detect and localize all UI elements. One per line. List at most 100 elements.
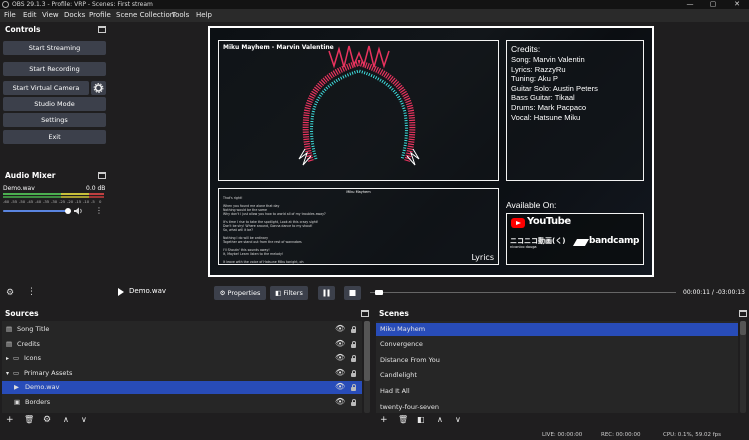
seek-handle[interactable] — [374, 290, 383, 295]
scene-label: Candlelight — [380, 371, 417, 379]
scenes-toolbar: + 🗑 ◧ ∧ ∨ — [379, 415, 479, 429]
stop-button[interactable] — [344, 286, 361, 300]
expand-arrow-icon[interactable]: ▾ — [6, 367, 9, 380]
source-properties-icon[interactable]: ⚙ — [43, 415, 51, 425]
start-virtual-camera-button[interactable]: Start Virtual Camera — [3, 81, 89, 95]
pause-button[interactable] — [318, 286, 335, 300]
media-seek-bar[interactable] — [370, 290, 676, 295]
menu-tools[interactable]: Tools — [172, 9, 189, 22]
source-row[interactable]: ▾ ▭ Primary Assets 👁 — [2, 367, 362, 380]
lock-icon[interactable] — [351, 355, 356, 362]
credit-line: Song: Marvin Valentin — [511, 55, 585, 64]
studio-mode-button[interactable]: Studio Mode — [3, 97, 106, 111]
audio-mixer-dock: Audio Mixer Demo.wav 0.0 dB -60 -55 -50 -45… — [0, 168, 110, 278]
lock-icon[interactable] — [351, 326, 356, 333]
properties-button[interactable]: ⚙ Properties — [214, 286, 266, 300]
maximize-button[interactable]: ▢ — [703, 0, 723, 9]
menu-profile[interactable]: Profile — [89, 9, 111, 22]
scenes-list: Miku Mayhem Convergence Distance From You C… — [376, 321, 738, 413]
lyrics-line: Why don't I just allow you how to world … — [223, 212, 326, 216]
sources-scroll-thumb[interactable] — [364, 321, 370, 381]
eye-icon[interactable]: 👁 — [335, 366, 345, 379]
start-streaming-button[interactable]: Start Streaming — [3, 41, 106, 55]
move-down-icon[interactable]: ∨ — [81, 415, 87, 424]
source-row[interactable]: ▣ Borders 👁 — [2, 396, 362, 409]
undock-icon[interactable] — [98, 26, 106, 33]
advanced-settings-icon[interactable]: ⚙ — [6, 288, 14, 298]
source-row[interactable]: ▤ Credits 👁 — [2, 338, 362, 351]
move-up-icon[interactable]: ∧ — [437, 415, 443, 424]
play-icon — [118, 288, 124, 296]
add-source-icon[interactable]: + — [6, 415, 14, 425]
visualizer-panel: Miku Mayhem - Marvin Valentine — [218, 40, 499, 181]
source-row[interactable]: ▸ ▭ Icons 👁 — [2, 352, 362, 365]
title-bar: OBS 29.1.3 - Profile: VRP - Scenes: Firs… — [0, 0, 749, 9]
move-down-icon[interactable]: ∨ — [455, 415, 461, 424]
lyrics-label: Lyrics — [471, 253, 494, 262]
media-time: 00:00:11 / -03:00:13 — [683, 289, 745, 296]
controls-title: Controls — [5, 25, 41, 34]
lock-icon[interactable] — [351, 384, 356, 391]
scene-filters-icon[interactable]: ◧ — [417, 415, 425, 424]
sources-scrollbar[interactable] — [364, 321, 370, 413]
meter-scale-tick: -15 — [75, 199, 82, 204]
menu-scene-collection[interactable]: Scene Collection — [116, 9, 174, 22]
close-button[interactable]: ✕ — [727, 0, 747, 9]
eye-icon[interactable]: 👁 — [335, 351, 345, 364]
lyrics-line: It leave with the voice of Hatsune Miku … — [223, 260, 304, 264]
scene-row[interactable]: Candlelight — [376, 369, 738, 382]
expand-arrow-icon[interactable]: ▸ — [6, 352, 9, 365]
window-title: OBS 29.1.3 - Profile: VRP - Scenes: Firs… — [12, 1, 153, 8]
mixer-level-readout: 0.0 dB — [86, 185, 106, 192]
speaker-icon[interactable] — [73, 207, 83, 215]
menu-view[interactable]: View — [42, 9, 59, 22]
lock-icon[interactable] — [351, 370, 356, 377]
source-row[interactable]: ▶ Demo.wav 👁 — [2, 381, 362, 394]
lock-icon[interactable] — [351, 341, 356, 348]
scene-row[interactable]: Convergence — [376, 338, 738, 351]
scenes-scrollbar[interactable] — [740, 321, 746, 413]
source-row[interactable]: ▤ Song Title 👁 — [2, 323, 362, 336]
eye-icon[interactable]: 👁 — [335, 337, 345, 350]
scene-row[interactable]: Had It All — [376, 385, 738, 398]
menu-help[interactable]: Help — [196, 9, 212, 22]
volume-slider-handle[interactable] — [64, 208, 71, 214]
source-label: Demo.wav — [25, 383, 60, 391]
volume-slider[interactable] — [3, 208, 71, 214]
add-scene-icon[interactable]: + — [380, 415, 388, 425]
mixer-menu-icon[interactable]: ⋮ — [95, 206, 103, 215]
credit-line: Guitar Solo: Austin Peters — [511, 83, 598, 93]
volume-slider-fill — [3, 210, 68, 212]
meter-scale-tick: -45 — [27, 199, 34, 204]
scene-row[interactable]: twenty-four-seven — [376, 401, 738, 414]
minimize-button[interactable]: — — [680, 0, 700, 9]
eye-icon[interactable]: 👁 — [335, 322, 345, 335]
move-up-icon[interactable]: ∧ — [63, 415, 69, 424]
undock-icon[interactable] — [361, 310, 369, 317]
meter-scale-tick: -30 — [51, 199, 58, 204]
more-options-icon[interactable]: ⋮ — [27, 287, 36, 297]
scene-row[interactable]: Miku Mayhem — [376, 323, 738, 336]
menu-bar: File Edit View Docks Profile Scene Colle… — [0, 9, 749, 22]
undock-icon[interactable] — [739, 310, 747, 317]
scenes-scroll-thumb[interactable] — [740, 321, 746, 335]
eye-icon[interactable]: 👁 — [335, 380, 345, 393]
start-recording-button[interactable]: Start Recording — [3, 62, 106, 76]
remove-source-icon[interactable]: 🗑 — [24, 415, 34, 424]
current-time: 00:00:11 — [683, 289, 710, 296]
eye-icon[interactable]: 👁 — [335, 395, 345, 408]
menu-file[interactable]: File — [4, 9, 16, 22]
settings-button[interactable]: Settings — [3, 113, 106, 127]
scene-row[interactable]: Distance From You — [376, 354, 738, 367]
menu-edit[interactable]: Edit — [23, 9, 37, 22]
virtual-camera-settings-button[interactable] — [91, 81, 106, 95]
menu-docks[interactable]: Docks — [64, 9, 85, 22]
lock-icon[interactable] — [351, 399, 356, 406]
preview-canvas[interactable]: Miku Mayhem - Marvin Valentine Credits: … — [208, 26, 654, 277]
scenes-dock: Scenes Miku Mayhem Convergence Distance Fr… — [374, 305, 749, 433]
filters-label: Filters — [283, 289, 303, 297]
remove-scene-icon[interactable]: 🗑 — [398, 415, 408, 424]
exit-button[interactable]: Exit — [3, 130, 106, 144]
undock-icon[interactable] — [98, 172, 106, 179]
filters-button[interactable]: ◧ Filters — [270, 286, 308, 300]
